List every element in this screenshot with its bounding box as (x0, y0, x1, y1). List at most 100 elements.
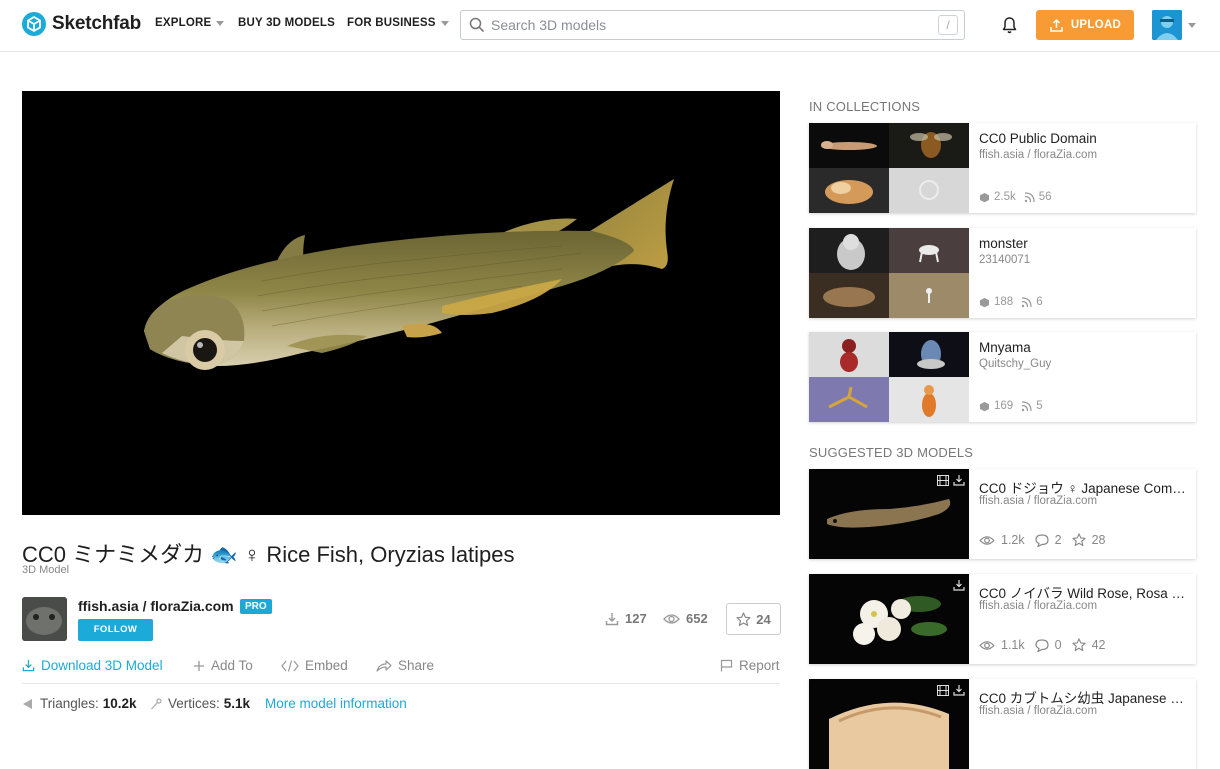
triangles-label: Triangles: (40, 696, 99, 711)
upload-button[interactable]: UPLOAD (1036, 10, 1134, 40)
triangles-value: 10.2k (102, 696, 137, 711)
triangles-info: Triangles: 10.2k (22, 696, 137, 711)
author-avatar[interactable] (22, 597, 67, 641)
chevron-down-icon[interactable] (1188, 23, 1196, 28)
film-icon (937, 473, 949, 491)
collection-meta: 2.5k 56 (979, 191, 1060, 203)
model-thumbnail (809, 469, 969, 559)
add-to-label: Add To (211, 658, 253, 673)
flag-icon (720, 659, 733, 672)
collection-thumbnails (809, 332, 969, 422)
vertices-info: Vertices: 5.1k (150, 696, 250, 711)
suggested-model-title: CC0 カブトムシ幼虫 Japanese Rhinoceros Beetle (979, 691, 1189, 706)
sketchfab-logo[interactable]: Sketchfab (22, 11, 141, 37)
upload-label: UPLOAD (1070, 19, 1122, 31)
thumbnail-image (889, 168, 969, 213)
suggested-model-card[interactable]: CC0 ノイバラ Wild Rose, Rosa multiflora ffis… (809, 574, 1196, 664)
rss-icon (1021, 296, 1032, 308)
vertices-label: Vertices: (168, 696, 220, 711)
thumbnail-image (889, 332, 969, 377)
code-icon (281, 659, 299, 672)
suggested-model-owner: ffish.asia / floraZia.com (979, 495, 1098, 507)
thumbnail-image (809, 168, 889, 213)
thumbnail-image (889, 123, 969, 168)
view-count: 652 (663, 611, 708, 626)
thumbnail-badges (937, 683, 965, 701)
rss-icon (1024, 191, 1035, 203)
bell-icon[interactable] (1001, 16, 1018, 34)
eye-icon (979, 640, 995, 651)
suggested-model-owner: ffish.asia / floraZia.com (979, 705, 1098, 717)
upload-icon (1049, 18, 1064, 33)
suggested-model-stats: 1.1k 0 42 (979, 638, 1116, 652)
download-icon (22, 659, 35, 672)
nav-buy-3d-models[interactable]: BUY 3D MODELS (238, 17, 335, 29)
download-3d-model-link[interactable]: Download 3D Model (22, 658, 163, 673)
collection-title: Mnyama (979, 340, 1031, 355)
collection-model-count: 188 (994, 296, 1014, 308)
thumbnail-image (889, 228, 969, 273)
thumbnail-image (809, 377, 889, 422)
share-icon (376, 659, 392, 672)
suggested-model-owner: ffish.asia / floraZia.com (979, 600, 1098, 612)
star-icon (736, 611, 751, 627)
user-avatar[interactable] (1152, 10, 1182, 40)
download-count: 127 (605, 611, 647, 626)
brand-name: Sketchfab (52, 13, 142, 34)
collection-card[interactable]: monster 23140071 188 6 (809, 228, 1196, 318)
suggested-models-heading: SUGGESTED 3D MODELS (809, 445, 974, 460)
author-name[interactable]: ffish.asia / floraZia.com (78, 598, 234, 614)
collection-card[interactable]: Mnyama Quitschy_Guy 169 5 (809, 332, 1196, 422)
collection-owner: Quitschy_Guy (979, 358, 1052, 370)
search-input[interactable] (491, 17, 938, 33)
model-thumbnail (809, 679, 969, 769)
collection-title: CC0 Public Domain (979, 131, 1097, 146)
in-collections-heading: IN COLLECTIONS (809, 99, 921, 114)
suggested-model-card[interactable]: CC0 カブトムシ幼虫 Japanese Rhinoceros Beetle f… (809, 679, 1196, 769)
comment-count-value: 0 (1054, 638, 1062, 652)
thumbnail-image (809, 228, 889, 273)
model-viewer[interactable] (22, 91, 780, 515)
report-label: Report (739, 658, 780, 673)
collection-model-count: 2.5k (994, 191, 1016, 203)
cube-icon (979, 401, 990, 412)
chevron-down-icon (216, 20, 225, 26)
follow-button[interactable]: FOLLOW (78, 619, 153, 641)
like-button[interactable]: 24 (726, 603, 781, 635)
suggested-model-title: CC0 ノイバラ Wild Rose, Rosa multiflora (979, 586, 1189, 601)
collection-owner: 23140071 (979, 254, 1031, 266)
model-type-label: 3D Model (22, 564, 70, 576)
comment-count-value: 2 (1054, 533, 1062, 547)
model-thumbnail (809, 574, 969, 664)
view-count-value: 652 (686, 611, 708, 626)
share-button[interactable]: Share (376, 658, 434, 673)
rss-icon (1021, 400, 1032, 412)
add-to-button[interactable]: Add To (193, 658, 253, 673)
more-model-info-link[interactable]: More model information (265, 696, 407, 711)
plus-icon (193, 660, 205, 672)
suggested-model-card[interactable]: CC0 ドジョウ ♀ Japanese Common Loach ffish.a… (809, 469, 1196, 559)
suggested-model-stats: 1.2k 2 28 (979, 533, 1116, 547)
collection-follower-count: 56 (1038, 191, 1052, 203)
thumbnail-image (809, 273, 889, 318)
search-bar: / (460, 10, 965, 40)
nav-for-business[interactable]: FOR BUSINESS (347, 17, 449, 29)
cube-icon (979, 297, 990, 308)
thumbnail-image (889, 377, 969, 422)
search-icon (469, 17, 485, 33)
nav-explore[interactable]: EXPLORE (155, 17, 225, 29)
sketchfab-logo-icon (22, 12, 46, 36)
top-navbar: Sketchfab EXPLORE BUY 3D MODELS FOR BUSI… (0, 0, 1220, 52)
like-count-value: 24 (756, 611, 771, 627)
comment-icon (1035, 638, 1049, 652)
nav-explore-label: EXPLORE (155, 17, 212, 29)
embed-button[interactable]: Embed (281, 658, 348, 673)
report-button[interactable]: Report (720, 658, 780, 673)
collection-card[interactable]: CC0 Public Domain ffish.asia / floraZia.… (809, 123, 1196, 213)
embed-label: Embed (305, 658, 348, 673)
thumbnail-badges (953, 578, 965, 596)
vertex-icon (150, 697, 162, 710)
section-divider (22, 683, 780, 684)
download-link-label: Download 3D Model (41, 658, 163, 673)
download-icon (953, 578, 965, 596)
